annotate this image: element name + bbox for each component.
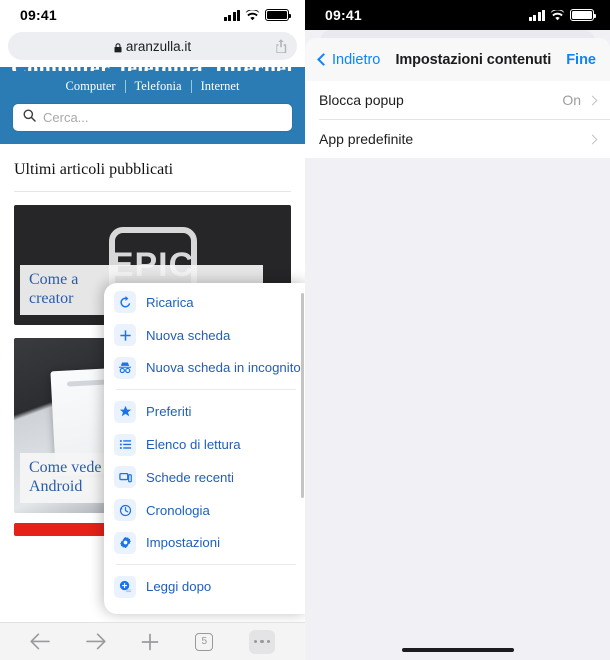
status-time: 09:41 xyxy=(20,7,57,23)
battery-icon xyxy=(265,9,292,21)
row-label: App predefinite xyxy=(319,131,414,147)
row-value: On xyxy=(562,92,581,108)
row-accessory: On xyxy=(562,92,598,108)
menu-item-label: Leggi dopo xyxy=(146,579,212,595)
site-title: Computer, telefonia, Internet xyxy=(0,67,305,71)
section-divider xyxy=(14,191,291,192)
read-later-plus-icon xyxy=(114,575,136,598)
site-nav: Computer Telefonia Internet xyxy=(0,79,305,94)
status-time: 09:41 xyxy=(325,7,362,23)
settings-gear-icon xyxy=(114,531,136,554)
browser-bottom-toolbar: 5 xyxy=(0,622,305,660)
settings-row-blocca-popup[interactable]: Blocca popup On xyxy=(305,81,610,119)
wifi-icon xyxy=(245,9,260,21)
menu-item-label: Impostazioni xyxy=(146,535,221,551)
site-nav-telefonia[interactable]: Telefonia xyxy=(126,79,191,94)
site-nav-internet[interactable]: Internet xyxy=(192,79,249,94)
reading-list-icon xyxy=(114,433,136,456)
lock-icon xyxy=(114,41,122,53)
back-button-label: Indietro xyxy=(332,51,381,68)
history-clock-icon xyxy=(114,499,136,522)
back-arrow-icon[interactable] xyxy=(30,633,50,650)
settings-list: Blocca popup On App predefinite xyxy=(305,81,610,158)
menu-item-recent-tabs[interactable]: Schede recenti xyxy=(104,461,305,494)
chevron-right-icon xyxy=(587,95,598,105)
row-label: Blocca popup xyxy=(319,92,404,108)
menu-item-label: Cronologia xyxy=(146,502,210,518)
chevron-right-icon xyxy=(587,134,598,144)
status-icons xyxy=(528,9,597,21)
menu-item-reload[interactable]: Ricarica xyxy=(104,286,305,319)
menu-item-label: Nuova scheda xyxy=(146,327,231,343)
more-dots-icon[interactable] xyxy=(249,629,276,654)
signal-bars-icon xyxy=(223,9,240,21)
forward-arrow-icon[interactable] xyxy=(85,633,106,650)
done-button[interactable]: Fine xyxy=(566,52,596,68)
right-phone-screen: 09:41 Indietro Impostazioni contenuti Fi… xyxy=(305,0,610,660)
menu-separator xyxy=(116,389,296,391)
menu-item-incognito-tab[interactable]: Nuova scheda in incognito xyxy=(104,352,305,385)
menu-item-label: Preferiti xyxy=(146,404,192,420)
menu-scrollbar[interactable] xyxy=(301,293,304,498)
site-search-box[interactable]: Cerca... xyxy=(13,104,292,131)
incognito-icon xyxy=(114,356,136,379)
tab-count-button[interactable]: 5 xyxy=(195,632,214,651)
back-button[interactable]: Indietro xyxy=(317,51,381,68)
battery-icon xyxy=(570,9,597,21)
site-header: Computer, telefonia, Internet Computer T… xyxy=(0,67,305,144)
menu-item-label: Ricarica xyxy=(146,294,194,310)
menu-item-read-later[interactable]: Leggi dopo xyxy=(104,570,305,603)
right-status-bar: 09:41 xyxy=(305,0,610,30)
chevron-left-icon xyxy=(317,53,330,66)
menu-item-bookmarks[interactable]: Preferiti xyxy=(104,395,305,428)
menu-item-history[interactable]: Cronologia xyxy=(104,494,305,527)
url-bar-container: aranzulla.it xyxy=(0,30,305,67)
url-host: aranzulla.it xyxy=(125,38,192,54)
menu-item-label: Elenco di lettura xyxy=(146,437,241,453)
left-phone-screen: 09:41 aranzulla.it Computer Telefonia In… xyxy=(0,0,305,660)
menu-item-label: Nuova scheda in incognito xyxy=(146,360,301,376)
site-search-placeholder: Cerca... xyxy=(43,110,89,125)
dual-screenshot: 09:41 aranzulla.it Computer Telefonia In… xyxy=(0,0,610,660)
wifi-icon xyxy=(550,9,565,21)
section-heading: Ultimi articoli pubblicati xyxy=(14,161,174,178)
share-icon[interactable] xyxy=(274,38,288,54)
home-indicator xyxy=(401,648,514,652)
left-status-bar: 09:41 xyxy=(0,0,305,30)
settings-navigation-bar: Indietro Impostazioni contenuti Fine xyxy=(305,38,610,81)
status-icons xyxy=(223,9,292,21)
menu-item-new-tab[interactable]: Nuova scheda xyxy=(104,319,305,352)
signal-bars-icon xyxy=(528,9,545,21)
settings-row-app-predefinite[interactable]: App predefinite xyxy=(305,120,610,158)
browser-context-menu: Ricarica Nuova scheda Nuova scheda in in… xyxy=(104,283,305,614)
page-title: Impostazioni contenuti xyxy=(395,51,552,68)
site-nav-computer[interactable]: Computer xyxy=(57,79,125,94)
menu-separator xyxy=(116,564,296,566)
plus-icon xyxy=(114,324,136,347)
url-text-group: aranzulla.it xyxy=(114,39,191,54)
plus-icon[interactable] xyxy=(141,633,159,651)
reload-icon xyxy=(114,291,136,314)
menu-item-label: Schede recenti xyxy=(146,469,234,485)
row-accessory xyxy=(581,134,598,144)
recent-tabs-icon xyxy=(114,466,136,489)
search-icon xyxy=(23,109,36,127)
menu-item-reading-list[interactable]: Elenco di lettura xyxy=(104,428,305,461)
url-bar[interactable]: aranzulla.it xyxy=(8,32,297,60)
menu-item-settings[interactable]: Impostazioni xyxy=(104,527,305,560)
star-icon xyxy=(114,400,136,423)
